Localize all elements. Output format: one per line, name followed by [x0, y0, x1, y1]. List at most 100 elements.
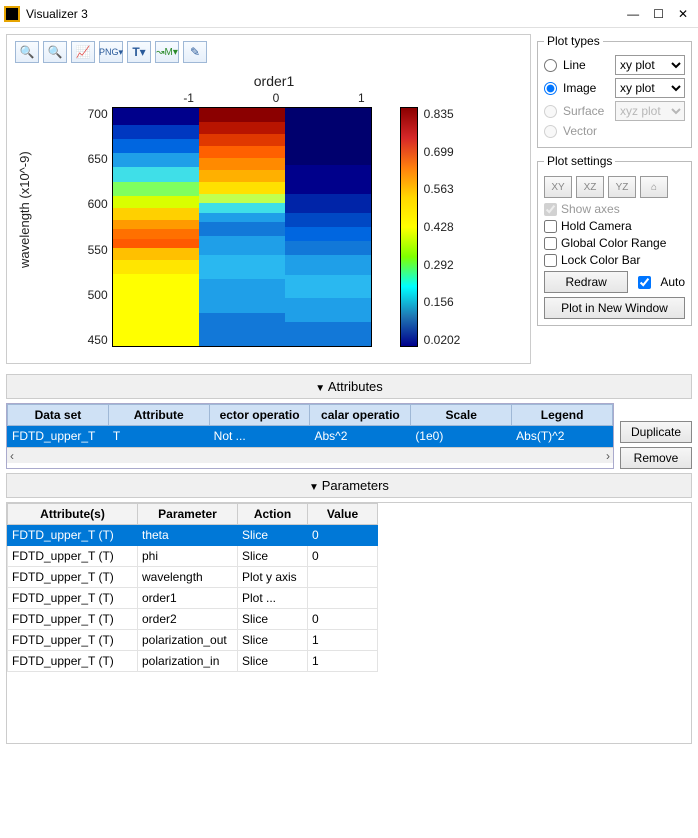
pencil-icon[interactable]: ✎	[183, 41, 207, 63]
heatmap-cell	[199, 222, 285, 236]
heatmap-cell	[285, 275, 371, 299]
lock-color-checkbox[interactable]: Lock Color Bar	[544, 253, 685, 267]
plot-type-line[interactable]: Linexy plot	[544, 55, 685, 75]
heatmap-cell	[113, 139, 199, 153]
heatmap-cell	[199, 108, 285, 122]
heatmap-cell	[199, 122, 285, 134]
remove-button[interactable]: Remove	[620, 447, 692, 469]
y-axis-label: wavelength (x10^-9)	[15, 73, 34, 347]
colorbar-tick: 0.699	[424, 145, 461, 159]
heatmap-cell	[285, 255, 371, 274]
plot-types-group: Plot types Linexy plotImagexy plotSurfac…	[537, 34, 692, 148]
plot-type-select-surface: xyz plot	[615, 101, 685, 121]
attributes-table[interactable]: Data setAttributeector operatiocalar ope…	[6, 403, 614, 469]
heatmap-cell	[113, 260, 199, 274]
param-col-header[interactable]: Attribute(s)	[8, 504, 138, 525]
y-tick: 650	[88, 152, 108, 166]
attributes-scrollbar[interactable]: ‹›	[7, 447, 613, 463]
param-col-header[interactable]: Value	[308, 504, 378, 525]
colorbar-ticks: 0.8350.6990.5630.4280.2920.1560.0202	[424, 107, 461, 347]
measure-icon[interactable]: ↝M▾	[155, 41, 179, 63]
plot-type-select-image[interactable]: xy plot	[615, 78, 685, 98]
view-button-xy[interactable]: XY	[544, 176, 572, 198]
colorbar	[400, 107, 418, 347]
y-tick: 600	[88, 197, 108, 211]
heatmap-cell	[113, 167, 199, 181]
heatmap-cell	[199, 134, 285, 146]
heatmap-cell	[199, 170, 285, 182]
zoom-in-icon[interactable]: 🔍	[15, 41, 39, 63]
param-row[interactable]: FDTD_upper_T (T)phiSlice0	[8, 546, 378, 567]
view-button-xz[interactable]: XZ	[576, 176, 604, 198]
close-button[interactable]: ✕	[678, 7, 688, 21]
minimize-button[interactable]: —	[627, 7, 639, 21]
global-color-checkbox[interactable]: Global Color Range	[544, 236, 685, 250]
auto-checkbox[interactable]	[638, 276, 651, 289]
view-button-⌂[interactable]: ⌂	[640, 176, 668, 198]
maximize-button[interactable]: ☐	[653, 7, 664, 21]
y-tick: 500	[88, 288, 108, 302]
param-row[interactable]: FDTD_upper_T (T)order1Plot ...	[8, 588, 378, 609]
y-ticks: 700650600550500450	[88, 107, 112, 347]
plot-body: wavelength (x10^-9) order1 -101 70065060…	[7, 69, 530, 363]
heatmap[interactable]	[112, 107, 372, 347]
heatmap-cell	[199, 182, 285, 194]
heatmap-cell	[113, 182, 199, 196]
param-col-header[interactable]: Action	[238, 504, 308, 525]
plot-type-select-line[interactable]: xy plot	[615, 55, 685, 75]
titlebar: Visualizer 3 — ☐ ✕	[0, 0, 698, 28]
heatmap-cell	[285, 322, 371, 346]
x-tick: -1	[183, 91, 194, 105]
parameters-table[interactable]: Attribute(s)ParameterActionValue FDTD_up…	[6, 502, 692, 744]
zoom-out-icon[interactable]: 🔍	[43, 41, 67, 63]
redraw-button[interactable]: Redraw	[544, 271, 628, 293]
colorbar-tick: 0.835	[424, 107, 461, 121]
plot-toolbar: 🔍 🔍 📈 PNG▾ T▾ ↝M▾ ✎	[7, 35, 530, 69]
png-export-icon[interactable]: PNG▾	[99, 41, 123, 63]
colorbar-tick: 0.563	[424, 182, 461, 196]
plot-type-image[interactable]: Imagexy plot	[544, 78, 685, 98]
param-row[interactable]: FDTD_upper_T (T)thetaSlice0	[8, 525, 378, 546]
heatmap-cell	[285, 108, 371, 165]
attr-col-header[interactable]: Legend	[512, 405, 613, 426]
heatmap-cell	[285, 194, 371, 213]
text-tool-icon[interactable]: T▾	[127, 41, 151, 63]
param-row[interactable]: FDTD_upper_T (T)polarization_inSlice1	[8, 651, 378, 672]
plot-types-legend: Plot types	[544, 34, 603, 48]
plot-title: order1	[254, 73, 294, 89]
heatmap-cell	[285, 227, 371, 241]
parameters-header[interactable]: Parameters	[6, 473, 692, 498]
param-row[interactable]: FDTD_upper_T (T)wavelengthPlot y axis	[8, 567, 378, 588]
heatmap-cell	[285, 165, 371, 194]
heatmap-cell	[199, 213, 285, 223]
window-title: Visualizer 3	[26, 7, 627, 21]
param-col-header[interactable]: Parameter	[138, 504, 238, 525]
x-ticks: -101	[144, 91, 404, 105]
heatmap-cell	[285, 298, 371, 322]
plot-new-window-button[interactable]: Plot in New Window	[544, 297, 685, 319]
heatmap-cell	[113, 248, 199, 260]
side-panel: Plot types Linexy plotImagexy plotSurfac…	[537, 34, 692, 364]
app-icon	[4, 6, 20, 22]
attributes-header[interactable]: Attributes	[6, 374, 692, 399]
heatmap-cell	[199, 313, 285, 346]
param-row[interactable]: FDTD_upper_T (T)polarization_outSlice1	[8, 630, 378, 651]
heatmap-cell	[199, 203, 285, 213]
param-row[interactable]: FDTD_upper_T (T)order2Slice0	[8, 609, 378, 630]
view-button-yz[interactable]: YZ	[608, 176, 636, 198]
heatmap-cell	[199, 236, 285, 255]
attr-row[interactable]: FDTD_upper_TTNot ...Abs^2(1e0)Abs(T)^2	[8, 426, 613, 447]
attr-col-header[interactable]: Scale	[411, 405, 512, 426]
attr-col-header[interactable]: Attribute	[108, 405, 209, 426]
attr-col-header[interactable]: ector operatio	[209, 405, 310, 426]
heatmap-cell	[199, 194, 285, 204]
heatmap-cell	[113, 196, 199, 208]
chart-icon[interactable]: 📈	[71, 41, 95, 63]
view-buttons: XYXZYZ⌂	[544, 176, 685, 198]
show-axes-checkbox[interactable]: Show axes	[544, 202, 685, 216]
attr-col-header[interactable]: Data set	[8, 405, 109, 426]
hold-camera-checkbox[interactable]: Hold Camera	[544, 219, 685, 233]
plot-type-vector: Vector	[544, 124, 685, 138]
duplicate-button[interactable]: Duplicate	[620, 421, 692, 443]
attr-col-header[interactable]: calar operatio	[310, 405, 411, 426]
